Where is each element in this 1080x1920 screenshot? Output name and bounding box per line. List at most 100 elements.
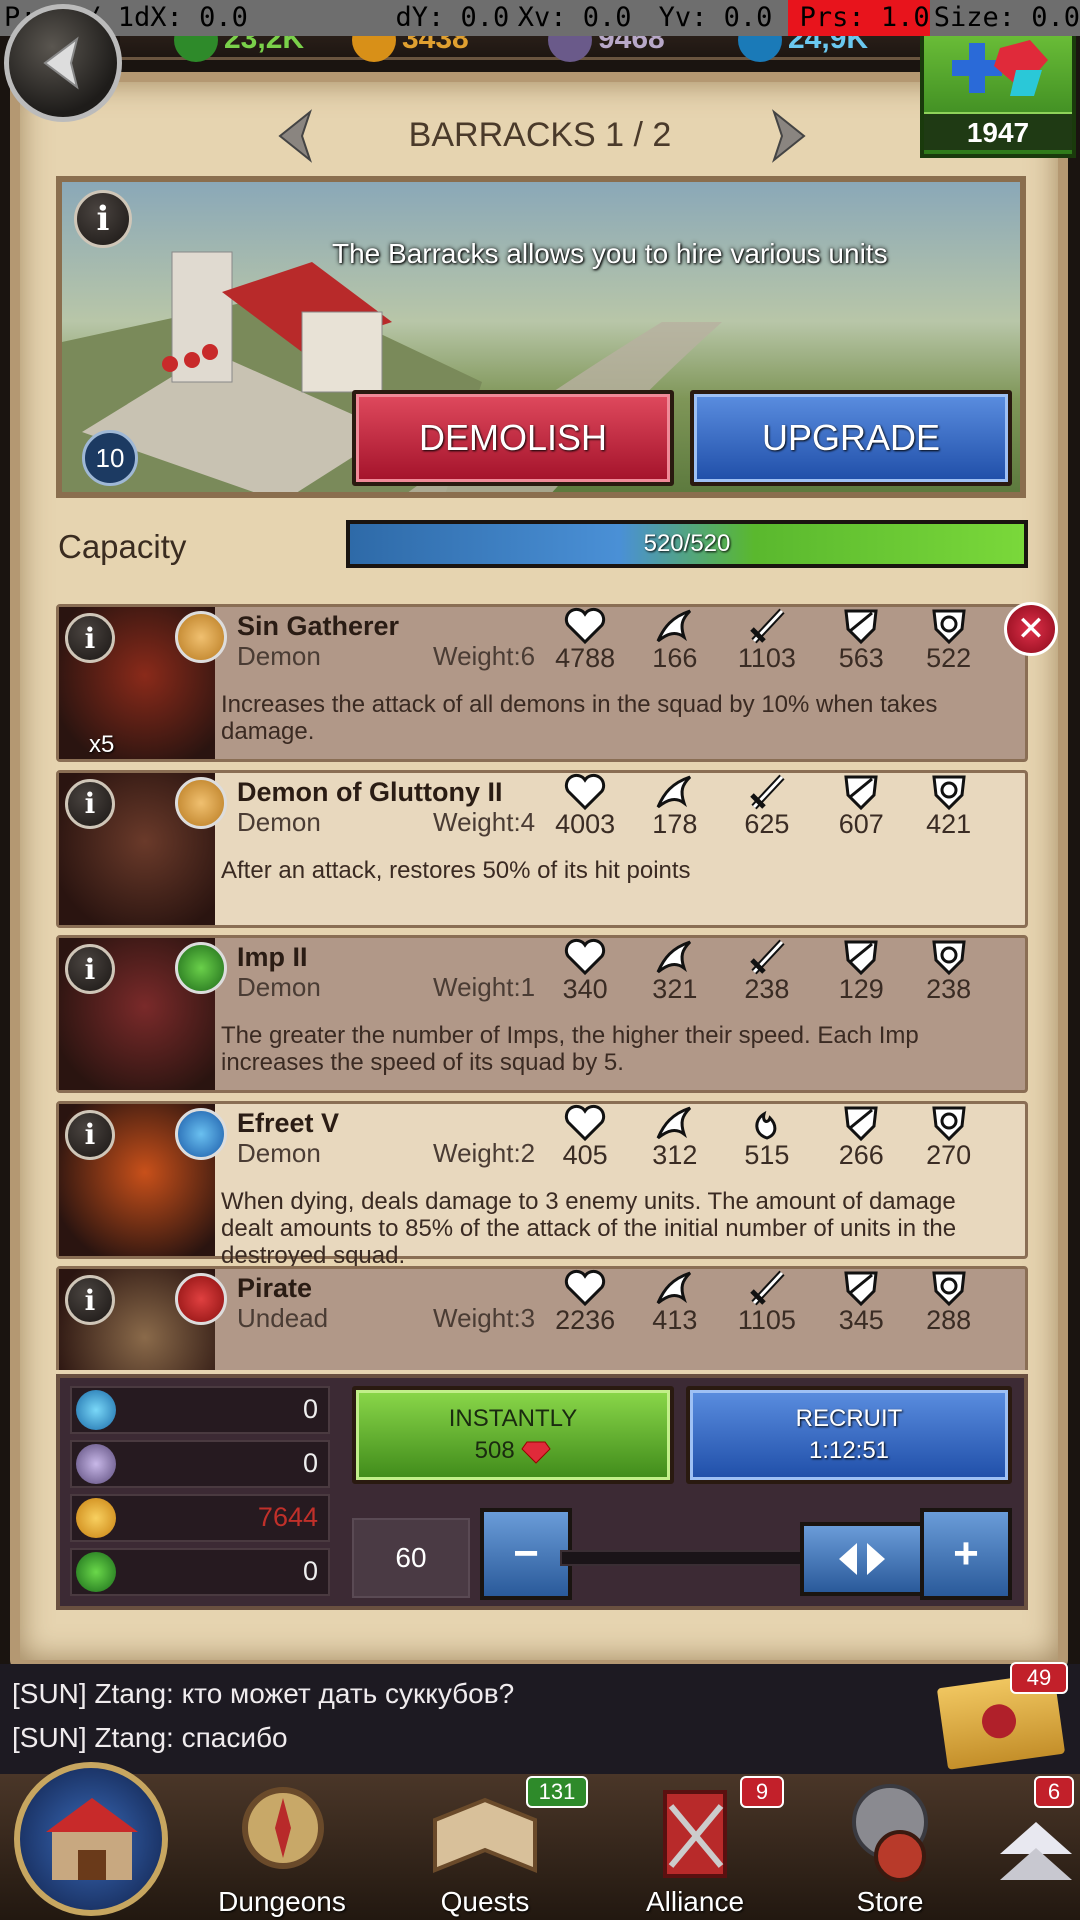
magic-defense-icon: [909, 938, 989, 976]
unit-name: Sin Gatherer: [237, 611, 400, 641]
attack-icon: [727, 1104, 807, 1142]
unit-name: Imp II: [237, 942, 308, 973]
unit-row[interactable]: i Demon of Gluttony II Demon Weight:4 4003 17…: [56, 769, 1028, 928]
unit-info-button[interactable]: i: [65, 778, 115, 829]
unit-description: The greater the number of Imps, the high…: [221, 1022, 919, 1077]
ruby-icon: [521, 1441, 552, 1464]
gold-crown-icon: [76, 1498, 116, 1538]
defense-icon: [821, 607, 901, 645]
quests-badge: 131: [526, 1776, 588, 1808]
stat-health: 340: [545, 938, 625, 1005]
unit-list[interactable]: i x5 Sin Gatherer Demon Weight:6 4788 166 1103 5…: [56, 604, 1028, 1370]
arrow-right-icon: [771, 109, 806, 163]
stat-value: 321: [652, 974, 698, 1005]
stat-defense: 345: [821, 1269, 901, 1336]
instant-cost-row: 508: [475, 1435, 552, 1467]
stat-value: 4788: [555, 643, 616, 673]
mage-class-icon: [175, 1107, 227, 1160]
warrior-class-icon: [175, 1273, 227, 1326]
home-castle-button[interactable]: [14, 1762, 168, 1916]
stat-value: 1103: [737, 643, 796, 673]
nav-alliance-label: Alliance: [645, 1886, 745, 1917]
building-level-badge: 10: [82, 430, 138, 486]
next-building-arrow[interactable]: [768, 108, 808, 164]
decrease-button[interactable]: −: [480, 1508, 572, 1600]
unit-info-button[interactable]: i: [65, 1109, 115, 1160]
nav-store[interactable]: Store: [800, 1774, 980, 1920]
wood-icon: [76, 1552, 116, 1592]
buy-gems-button[interactable]: 1947: [920, 20, 1076, 158]
stat-value: 421: [926, 808, 972, 839]
health-icon: [545, 773, 625, 811]
unit-description: Increases the attack of all demons in th…: [221, 691, 938, 745]
wax-seal-icon: [979, 1702, 1019, 1741]
health-icon: [545, 607, 625, 645]
unit-name: Demon of Gluttony II: [237, 776, 503, 807]
attack-icon: [727, 773, 807, 811]
cost-mana: 0: [302, 1394, 318, 1424]
cost-wood: 0: [302, 1556, 318, 1586]
alliance-badge: 9: [740, 1776, 784, 1808]
building-description: The Barracks allows you to hire various …: [332, 238, 888, 269]
debug-xv: Xv: 0.0: [517, 2, 632, 33]
unit-count: x5: [89, 731, 115, 758]
stat-value: 625: [744, 808, 790, 839]
unit-row[interactable]: i Pirate Undead Weight:3 2236 413 1105 345 288: [56, 1266, 1028, 1370]
stat-defense: 266: [821, 1104, 901, 1171]
attack-icon: [727, 607, 807, 645]
expand-up-icon: [1000, 1822, 1072, 1880]
mana-icon: [76, 1390, 116, 1430]
unit-row[interactable]: i Imp II Demon Weight:1 340 321 238 129 238 The g…: [56, 935, 1028, 1094]
debug-pressure: Prs: 1.0: [787, 0, 930, 36]
chat-area[interactable]: [SUN] Ztang: кто может дать суккубов? [S…: [0, 1664, 1080, 1774]
upgrade-button[interactable]: UPGRADE: [690, 390, 1012, 486]
stat-value: 238: [926, 974, 972, 1005]
health-icon: [545, 1104, 625, 1142]
building-info-button[interactable]: i: [74, 190, 132, 248]
stat-magic-defense: 421: [909, 773, 989, 840]
cost-wood-row: 0: [70, 1548, 330, 1596]
close-icon[interactable]: ✕: [1004, 602, 1058, 656]
unit-description: When dying, deals damage to 3 enemy unit…: [221, 1187, 957, 1269]
increase-button[interactable]: +: [920, 1508, 1012, 1600]
cost-gold-row: 7644: [70, 1494, 330, 1542]
instant-recruit-button[interactable]: INSTANTLY 508: [352, 1386, 674, 1484]
nav-dungeons[interactable]: Dungeons: [182, 1774, 382, 1920]
unit-name: Pirate: [237, 1273, 313, 1304]
stat-health: 4003: [545, 773, 625, 840]
debug-dx: dX: 0.0: [134, 2, 248, 33]
back-button[interactable]: [4, 4, 122, 122]
stat-attack: 1103: [727, 607, 807, 674]
defense-icon: [821, 938, 901, 976]
stat-magic-defense: 270: [909, 1104, 989, 1171]
nav-dungeons-label: Dungeons: [218, 1886, 346, 1917]
instant-cost: 508: [474, 1437, 515, 1464]
unit-race: Demon: [237, 641, 321, 671]
attack-icon: [727, 938, 807, 976]
stat-value: 266: [838, 1139, 884, 1170]
slider-handle[interactable]: [800, 1522, 924, 1596]
quantity-slider[interactable]: [560, 1550, 820, 1566]
unit-row[interactable]: i Efreet V Demon Weight:2 405 312 515 266 270 Whe…: [56, 1100, 1028, 1269]
alliance-banner-icon: [663, 1790, 727, 1878]
instant-label: INSTANTLY: [448, 1405, 578, 1432]
stat-value: 2236: [555, 1305, 616, 1336]
recruit-button[interactable]: RECRUIT 1:12:51: [686, 1386, 1012, 1484]
unit-weight: Weight:6: [433, 641, 536, 671]
stone-icon: [76, 1444, 116, 1484]
stat-value: 1105: [737, 1305, 796, 1336]
unit-weight: Weight:1: [433, 972, 536, 1003]
stat-speed: 178: [635, 773, 715, 840]
defender-class-icon: [175, 611, 227, 663]
unit-info-button[interactable]: i: [65, 944, 115, 995]
unit-info-button[interactable]: i: [65, 613, 115, 663]
speed-icon: [635, 938, 715, 976]
demolish-button[interactable]: DEMOLISH: [352, 390, 674, 486]
stat-value: 166: [652, 643, 698, 673]
stat-value: 345: [838, 1305, 884, 1336]
magic-defense-icon: [909, 773, 989, 811]
stat-speed: 166: [635, 607, 715, 674]
unit-row[interactable]: i x5 Sin Gatherer Demon Weight:6 4788 166 1103 5…: [56, 604, 1028, 762]
building-banner: i The Barracks allows you to hire variou…: [56, 176, 1026, 498]
back-arrow-icon: [43, 36, 79, 90]
